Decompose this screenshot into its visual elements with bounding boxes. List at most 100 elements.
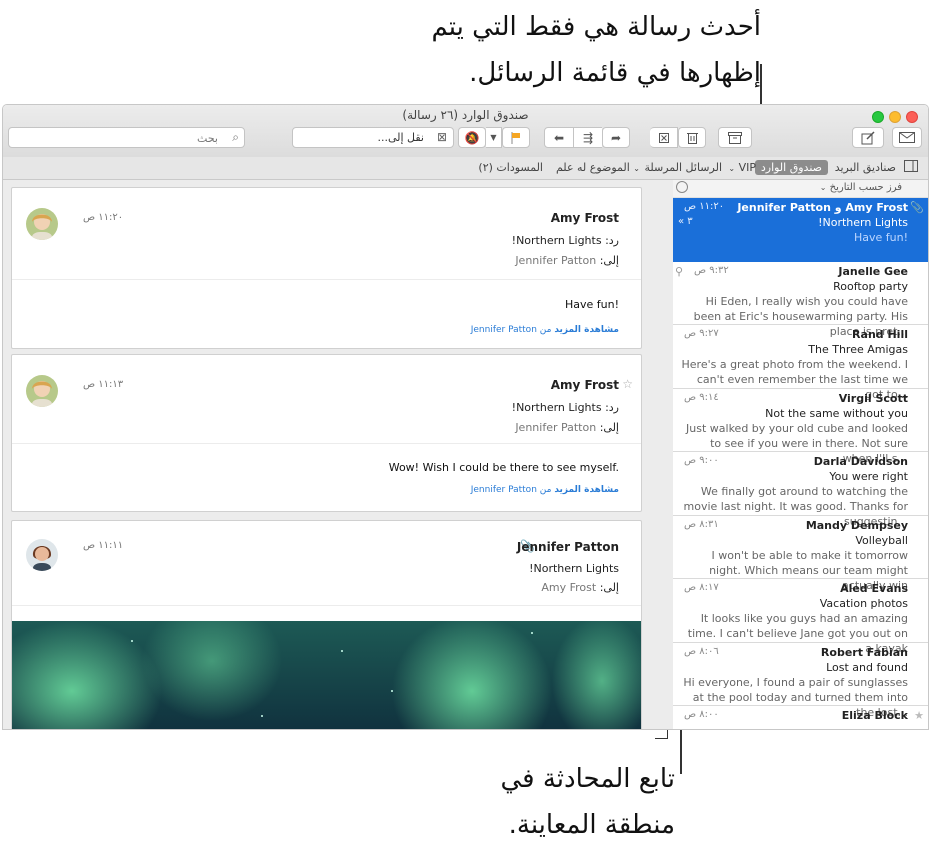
callout-bracket-bottom bbox=[655, 738, 668, 739]
list-item[interactable]: Darla Davidson ٩:٠٠ ص You were right We … bbox=[672, 452, 928, 528]
list-item[interactable]: Virgil Scott ٩:١٤ ص Not the same without… bbox=[672, 389, 928, 465]
message-sender: Amy Frost bbox=[550, 211, 619, 225]
favorite-inbox[interactable]: صندوق الوارد bbox=[754, 160, 828, 175]
sort-bar[interactable]: فرز حسب التاريخ ⌄ bbox=[672, 180, 928, 198]
sort-label-text: فرز حسب التاريخ bbox=[829, 182, 902, 193]
attachment-icon: ⚲ bbox=[675, 264, 684, 278]
avatar bbox=[26, 375, 58, 407]
message-subject: Lost and found bbox=[826, 660, 908, 674]
message-subject: The Three Amigas bbox=[808, 343, 908, 356]
message-time: ٨:٣١ ص bbox=[684, 518, 719, 530]
window-title: صندوق الوارد (٢٦ رسالة) bbox=[402, 108, 529, 122]
envelope-icon bbox=[899, 132, 915, 143]
favorite-sent[interactable]: الرسائل المرسلة bbox=[644, 161, 722, 174]
favorite-vip[interactable]: VIP ⌄ bbox=[728, 161, 756, 174]
forward-button[interactable]: ➦ bbox=[602, 127, 630, 148]
junk-button[interactable] bbox=[650, 127, 678, 148]
see-more-from: من Jennifer Patton bbox=[470, 485, 552, 495]
trash-icon bbox=[686, 133, 698, 144]
favorite-flagged[interactable]: ⌄ الموضوع له علم bbox=[556, 161, 640, 174]
message-sender: Aled Evans bbox=[840, 582, 908, 595]
reply-arrow-icon: ⬅ bbox=[553, 130, 565, 145]
attachment-icon: 📎 bbox=[910, 201, 924, 214]
message-body: Wow! Wish I could be there to see myself… bbox=[388, 461, 619, 474]
message-subject: Volleyball bbox=[855, 533, 908, 547]
reply-subject-line: رد: Northern Lights! bbox=[512, 234, 619, 247]
search-field[interactable]: ⌕ bbox=[8, 127, 245, 148]
search-icon: ⌕ bbox=[232, 130, 239, 144]
reply-button[interactable]: ⬅ bbox=[544, 127, 574, 148]
avatar bbox=[26, 539, 58, 571]
flag-menu-button[interactable]: ▼ bbox=[486, 127, 502, 148]
archive-button[interactable] bbox=[718, 127, 752, 148]
divider bbox=[12, 443, 641, 444]
list-item[interactable]: Janelle Gee ⚲ ٩:٣٢ ص Rooftop party Hi Ed… bbox=[672, 262, 928, 338]
sort-label[interactable]: فرز حسب التاريخ ⌄ bbox=[820, 182, 902, 193]
favorites-bar: صناديق البريد صندوق الوارد VIP ⌄ الرسائل… bbox=[3, 157, 928, 180]
list-item[interactable]: Eliza Block ★ ٨:٠٠ ص bbox=[672, 706, 928, 729]
see-more-link[interactable]: مشاهدة المزيد من Jennifer Patton bbox=[471, 325, 619, 335]
reply-all-icon: ⇶ bbox=[582, 130, 594, 145]
aurora-photo bbox=[3, 601, 652, 729]
delete-button[interactable] bbox=[678, 127, 706, 148]
conversation-message[interactable]: ١١:١١ ص 📎 Jennifer Patton Northern Light… bbox=[3, 520, 652, 729]
message-time: ١١:١٣ ص bbox=[83, 379, 124, 390]
message-subject: Rooftop party bbox=[833, 279, 908, 293]
sidebar-toggle-icon[interactable] bbox=[904, 160, 918, 175]
chevron-down-icon: ⌄ bbox=[633, 164, 640, 173]
list-item[interactable]: Amy Frost و Jennifer Patton 📎 ١١:٢٠ ص No… bbox=[672, 198, 928, 262]
message-sender: Jennifer Patton bbox=[516, 540, 619, 554]
message-subject: Vacation photos bbox=[819, 597, 908, 610]
conversation-preview: ١١:٢٠ ص Amy Frost رد: Northern Lights! إ… bbox=[3, 180, 673, 729]
favorite-drafts[interactable]: المسودات (٢) bbox=[478, 161, 543, 174]
move-to-menu[interactable]: ⊠ نقل إلى... bbox=[292, 127, 454, 148]
thread-count: « ٣ bbox=[678, 216, 693, 227]
chevron-down-icon: ▼ bbox=[490, 133, 497, 142]
get-mail-button[interactable] bbox=[892, 127, 922, 148]
see-more-link[interactable]: مشاهدة المزيد من Jennifer Patton bbox=[471, 485, 619, 495]
reply-subject-line: رد: Northern Lights! bbox=[512, 401, 619, 414]
reply-value: Northern Lights! bbox=[511, 401, 602, 414]
mail-window: صندوق الوارد (٢٦ رسالة) ➦ ⇶ ⬅ ▼ 🔕 ⊠ نقل … bbox=[2, 104, 929, 730]
to-line: إلى: Amy Frost bbox=[541, 581, 619, 594]
message-time: ٨:٠٦ ص bbox=[684, 645, 719, 657]
list-item[interactable]: Robert Fabian ٨:٠٦ ص Lost and found Hi e… bbox=[672, 643, 928, 719]
list-item[interactable]: Mandy Dempsey ٨:٣١ ص Volleyball I won't … bbox=[672, 516, 928, 592]
message-sender: Rand Hill bbox=[852, 328, 908, 341]
message-list: فرز حسب التاريخ ⌄ Amy Frost و Jennifer P… bbox=[671, 180, 928, 729]
reply-all-button[interactable]: ⇶ bbox=[574, 127, 602, 148]
message-sender: Darla Davidson bbox=[813, 455, 908, 468]
conversation-message[interactable]: ١١:١٣ ص ☆ Amy Frost رد: Northern Lights!… bbox=[11, 354, 642, 512]
bell-slash-icon: 🔕 bbox=[464, 130, 480, 145]
message-sender: Amy Frost bbox=[550, 378, 619, 392]
reply-key: رد: bbox=[605, 401, 619, 414]
mute-button[interactable]: 🔕 bbox=[458, 127, 486, 148]
to-key: إلى: bbox=[599, 254, 619, 267]
filter-icon[interactable] bbox=[676, 181, 688, 193]
reply-key: رد: bbox=[605, 234, 619, 247]
message-body: Have fun! bbox=[564, 298, 619, 311]
message-time: ١١:٢٠ ص bbox=[83, 212, 124, 223]
message-time: ٩:٠٠ ص bbox=[684, 455, 719, 466]
star-icon[interactable]: ☆ bbox=[622, 377, 633, 391]
list-item[interactable]: Aled Evans ٨:١٧ ص Vacation photos It loo… bbox=[672, 579, 928, 655]
list-item[interactable]: Rand Hill ٩:٢٧ ص The Three Amigas Here's… bbox=[672, 325, 928, 401]
to-line: إلى: Jennifer Patton bbox=[515, 254, 619, 267]
compose-icon bbox=[861, 130, 875, 144]
subject-line: Northern Lights! bbox=[529, 562, 619, 575]
callout-bottom-line2: منطقة المعاينة. bbox=[508, 810, 675, 840]
see-more-label: مشاهدة المزيد bbox=[554, 485, 619, 495]
search-input[interactable] bbox=[26, 129, 220, 148]
compose-button[interactable] bbox=[852, 127, 884, 148]
conversation-message[interactable]: ١١:٢٠ ص Amy Frost رد: Northern Lights! إ… bbox=[11, 187, 642, 349]
move-to-label: نقل إلى... bbox=[377, 131, 424, 144]
chevron-down-icon: ⌄ bbox=[819, 183, 827, 192]
message-preview: Have fun! bbox=[853, 231, 908, 244]
star-icon: ★ bbox=[914, 709, 924, 722]
flag-button[interactable] bbox=[502, 127, 530, 148]
callout-latest-message: أحدث رسالة هي فقط التي يتم إظهارها في قا… bbox=[431, 4, 761, 96]
favorite-mailboxes[interactable]: صناديق البريد bbox=[835, 161, 896, 174]
message-sender: Janelle Gee bbox=[838, 264, 908, 278]
to-key: إلى: bbox=[599, 421, 619, 434]
move-to-folder-icon: ⊠ bbox=[436, 130, 447, 144]
